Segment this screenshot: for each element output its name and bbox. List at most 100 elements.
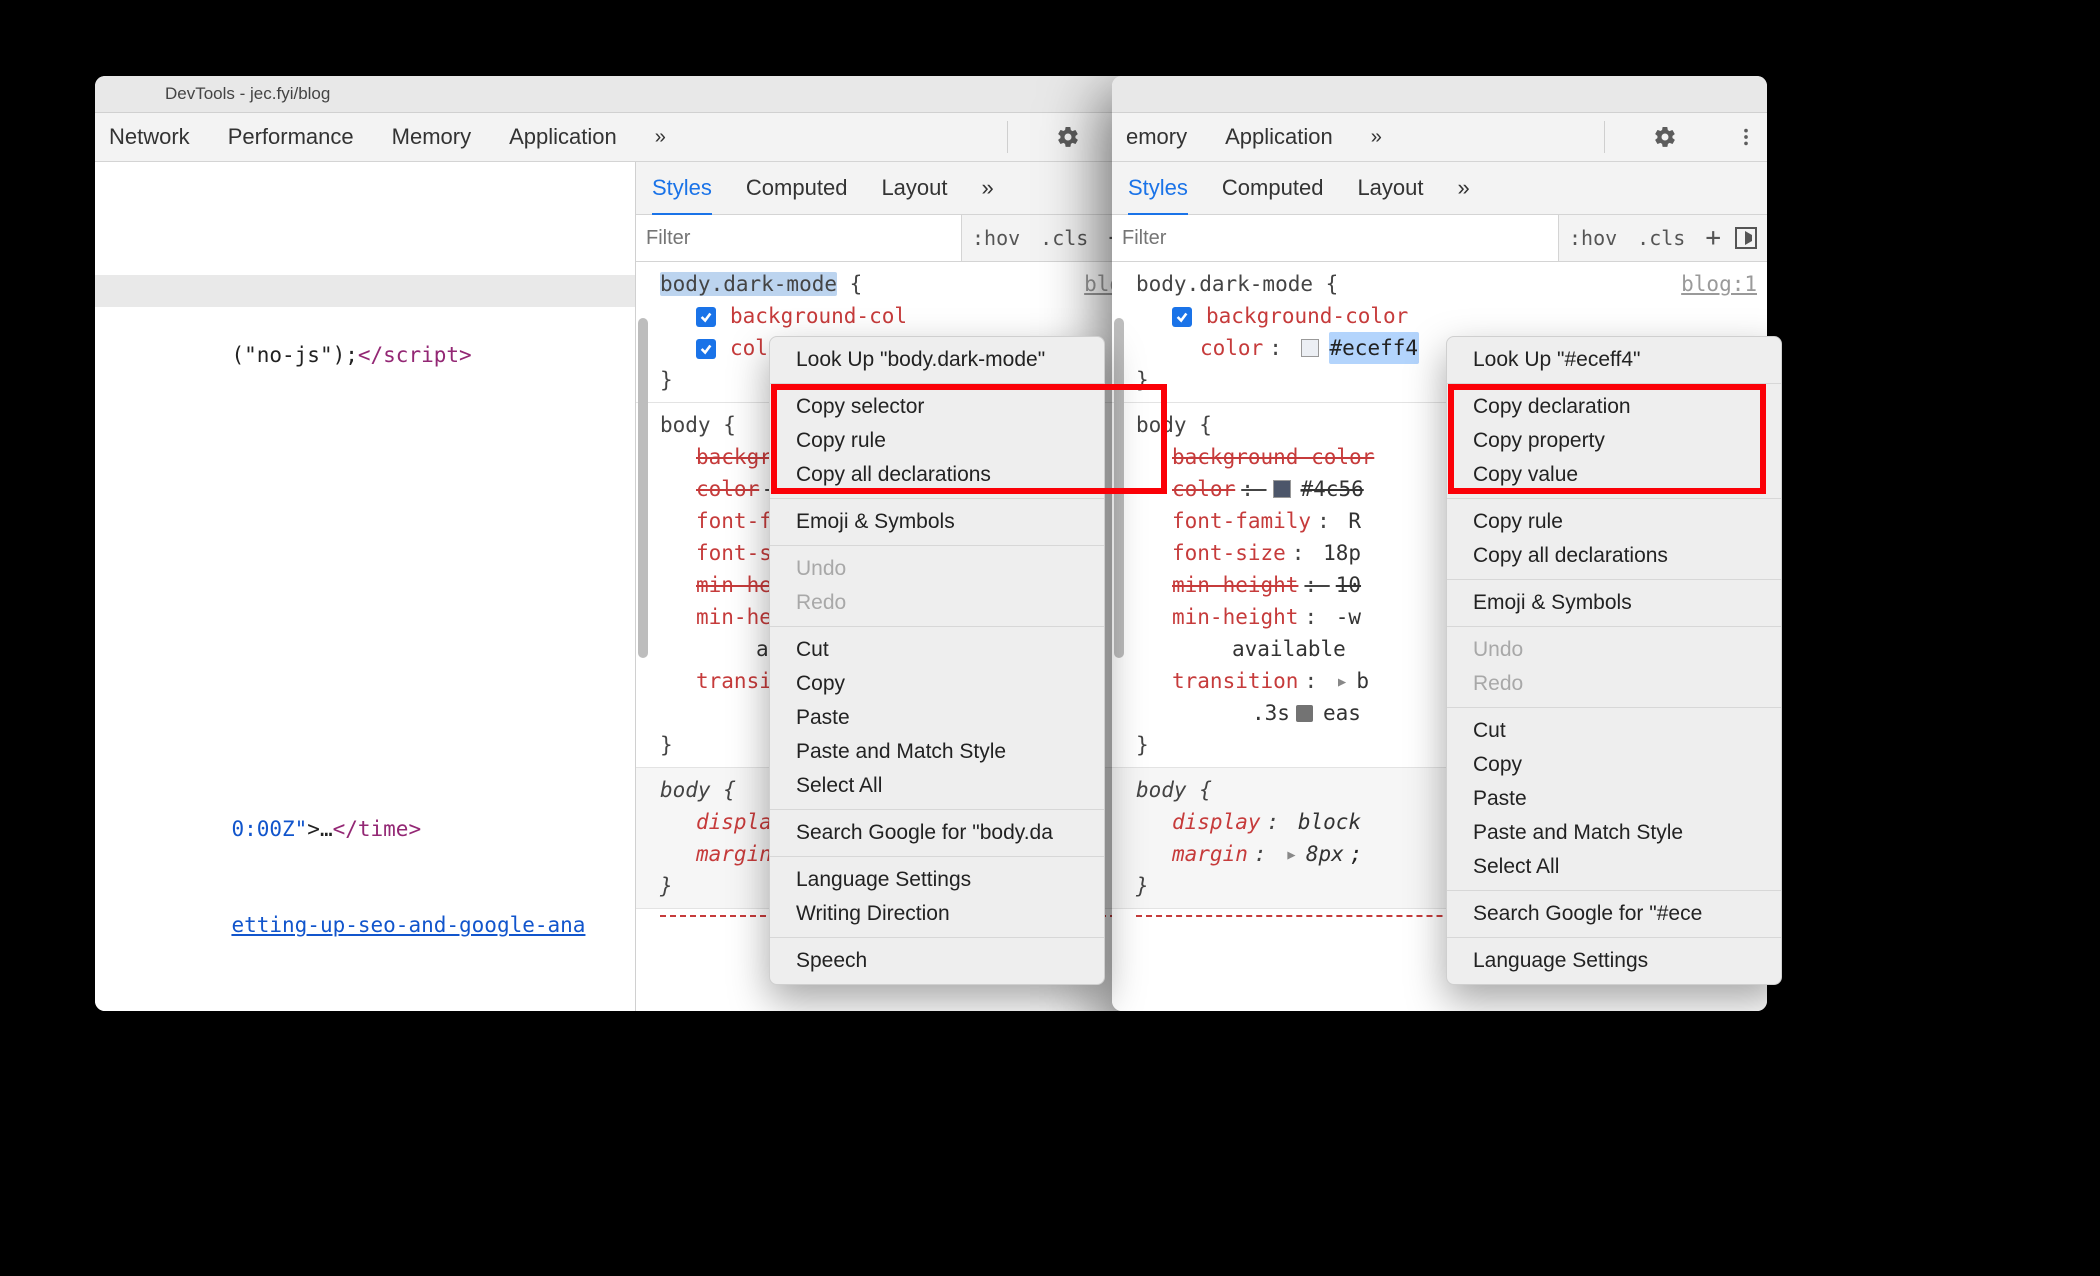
easing-icon[interactable] <box>1296 705 1313 722</box>
styles-filter-row: :hov .cls + <box>1112 215 1767 262</box>
menu-item-search-google[interactable]: Search Google for "body.da <box>770 816 1104 850</box>
menu-item-copy-all[interactable]: Copy all declarations <box>770 458 1104 492</box>
menu-item-lookup[interactable]: Look Up "#eceff4" <box>1447 343 1781 377</box>
menu-item-lookup[interactable]: Look Up "body.dark-mode" <box>770 343 1104 377</box>
tab-more-icon[interactable]: » <box>655 126 666 149</box>
menu-item-copy-declaration[interactable]: Copy declaration <box>1447 390 1781 424</box>
scrollbar-thumb[interactable] <box>638 318 648 658</box>
menu-item-paste-match[interactable]: Paste and Match Style <box>770 735 1104 769</box>
menu-item-copy-rule[interactable]: Copy rule <box>770 424 1104 458</box>
css-declaration[interactable]: background-color <box>1136 300 1757 332</box>
new-rule-button[interactable]: + <box>1695 223 1731 253</box>
subtab-styles[interactable]: Styles <box>1128 175 1188 216</box>
css-selector[interactable]: body.dark-mode <box>1136 272 1313 296</box>
menu-item-writing-dir[interactable]: Writing Direction <box>770 897 1104 931</box>
subtab-layout[interactable]: Layout <box>1357 175 1423 201</box>
gear-icon[interactable] <box>1046 125 1090 149</box>
tab-network[interactable]: Network <box>109 124 190 150</box>
menu-item-cut[interactable]: Cut <box>1447 714 1781 748</box>
subtab-styles[interactable]: Styles <box>652 175 712 216</box>
styles-filter-input[interactable] <box>1112 215 1559 261</box>
toolbar-divider <box>1007 121 1008 153</box>
css-value-selected[interactable]: #eceff4 <box>1329 332 1420 364</box>
menu-item-paste[interactable]: Paste <box>770 701 1104 735</box>
styles-subtabbar: Styles Computed Layout » <box>1112 162 1767 215</box>
source-pane[interactable]: ("no-js");</script​> 0:00Z">…</time> ett… <box>95 162 635 1011</box>
hov-button[interactable]: :hov <box>962 226 1030 250</box>
menu-item-speech[interactable]: Speech <box>770 944 1104 978</box>
menu-separator <box>770 545 1104 546</box>
shorthand-expand-icon[interactable]: ▸ <box>1336 665 1349 697</box>
subtab-computed[interactable]: Computed <box>1222 175 1324 201</box>
hov-button[interactable]: :hov <box>1559 226 1627 250</box>
tab-memory[interactable]: Memory <box>392 124 471 150</box>
decl-enable-checkbox[interactable] <box>696 339 716 359</box>
css-selector[interactable]: body <box>660 413 711 437</box>
gear-icon[interactable] <box>1643 125 1687 149</box>
menu-item-language[interactable]: Language Settings <box>1447 944 1781 978</box>
window-titlebar: DevTools - jec.fyi/blog <box>95 76 1170 113</box>
menu-item-copy-rule[interactable]: Copy rule <box>1447 505 1781 539</box>
css-selector[interactable]: body <box>660 778 711 802</box>
tab-application[interactable]: Application <box>509 124 617 150</box>
source-line: 0:00Z">…</time> <box>95 781 635 877</box>
tab-application[interactable]: Application <box>1225 124 1333 150</box>
window-titlebar <box>1112 76 1767 113</box>
menu-item-copy-property[interactable]: Copy property <box>1447 424 1781 458</box>
color-swatch-icon[interactable] <box>1273 480 1291 498</box>
menu-item-undo: Undo <box>1447 633 1781 667</box>
menu-item-language[interactable]: Language Settings <box>770 863 1104 897</box>
subtab-layout[interactable]: Layout <box>881 175 947 201</box>
menu-item-emoji[interactable]: Emoji & Symbols <box>770 505 1104 539</box>
kebab-icon[interactable] <box>1725 126 1767 148</box>
tab-more-icon[interactable]: » <box>1371 126 1382 149</box>
menu-separator <box>770 856 1104 857</box>
cls-button[interactable]: .cls <box>1030 226 1098 250</box>
decl-enable-checkbox[interactable] <box>696 307 716 327</box>
menu-separator <box>1447 498 1781 499</box>
menu-item-copy-value[interactable]: Copy value <box>1447 458 1781 492</box>
scrollbar-thumb[interactable] <box>1114 318 1124 658</box>
menu-item-select-all[interactable]: Select All <box>1447 850 1781 884</box>
menu-item-search-google[interactable]: Search Google for "#ece <box>1447 897 1781 931</box>
context-menu: Look Up "body.dark-mode" Copy selector C… <box>769 336 1105 985</box>
subtab-computed[interactable]: Computed <box>746 175 848 201</box>
menu-item-copy[interactable]: Copy <box>770 667 1104 701</box>
menu-item-paste-match[interactable]: Paste and Match Style <box>1447 816 1781 850</box>
styles-filter-input[interactable] <box>636 215 962 261</box>
color-swatch-icon[interactable] <box>1301 339 1319 357</box>
menu-item-cut[interactable]: Cut <box>770 633 1104 667</box>
toolbar-divider <box>1604 121 1605 153</box>
menu-item-copy-selector[interactable]: Copy selector <box>770 390 1104 424</box>
menu-item-redo: Redo <box>770 586 1104 620</box>
toggle-sidebar-icon[interactable] <box>1735 227 1757 249</box>
menu-separator <box>770 626 1104 627</box>
main-tabbar: emory Application » <box>1112 113 1767 162</box>
menu-item-emoji[interactable]: Emoji & Symbols <box>1447 586 1781 620</box>
menu-separator <box>1447 626 1781 627</box>
css-selector[interactable]: body <box>1136 778 1187 802</box>
menu-separator <box>1447 937 1781 938</box>
rule-source-link[interactable]: blog:1 <box>1681 268 1757 300</box>
source-line: Analytics</div> <box>95 1005 635 1011</box>
css-selector[interactable]: body <box>1136 413 1187 437</box>
tab-memory[interactable]: emory <box>1126 124 1187 150</box>
subtab-more-icon[interactable]: » <box>1458 175 1470 201</box>
source-line: ("no-js");</script​> <box>95 307 635 403</box>
source-link[interactable]: etting-up-seo-and-google-ana <box>95 877 635 973</box>
css-declaration[interactable]: background-col <box>660 300 1160 332</box>
menu-separator <box>1447 579 1781 580</box>
window-title: DevTools - jec.fyi/blog <box>165 84 330 104</box>
menu-item-copy[interactable]: Copy <box>1447 748 1781 782</box>
subtab-more-icon[interactable]: » <box>982 175 994 201</box>
css-selector[interactable]: body.dark-mode <box>660 272 837 296</box>
menu-item-paste[interactable]: Paste <box>1447 782 1781 816</box>
cls-button[interactable]: .cls <box>1627 226 1695 250</box>
source-highlight-bar <box>95 275 635 307</box>
shorthand-expand-icon[interactable]: ▸ <box>1285 838 1298 870</box>
menu-item-select-all[interactable]: Select All <box>770 769 1104 803</box>
menu-item-copy-all[interactable]: Copy all declarations <box>1447 539 1781 573</box>
tab-performance[interactable]: Performance <box>228 124 354 150</box>
menu-separator <box>770 498 1104 499</box>
decl-enable-checkbox[interactable] <box>1172 307 1192 327</box>
